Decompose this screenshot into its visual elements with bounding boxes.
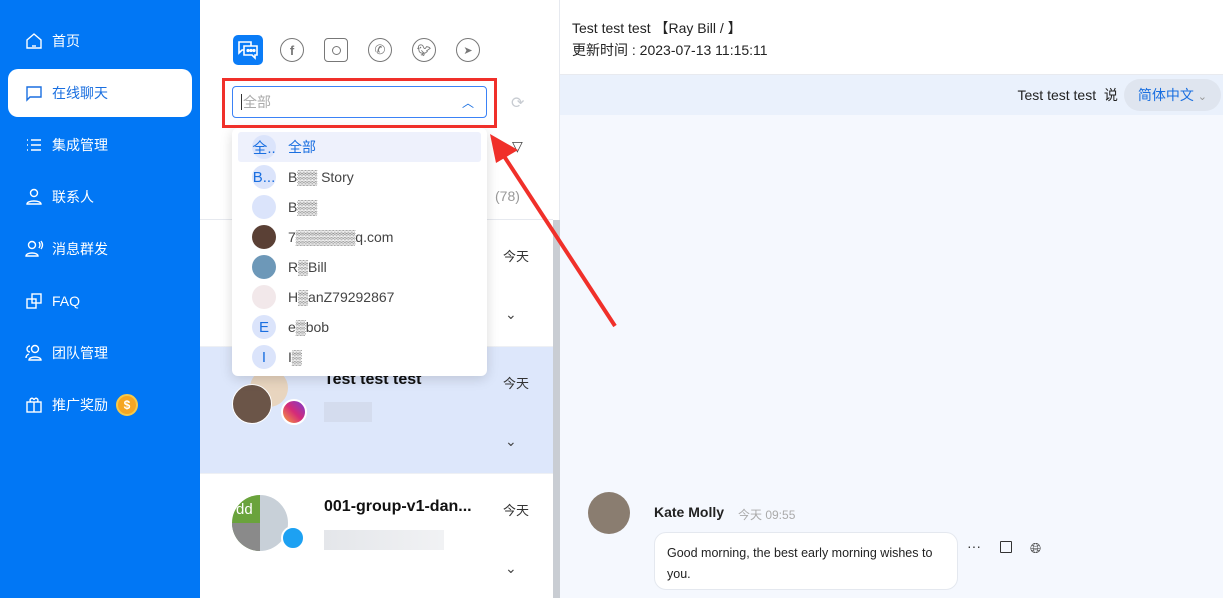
sidebar-item-label: 推广奖励 xyxy=(52,397,108,413)
whatsapp-icon: ✆ xyxy=(368,38,392,62)
refresh-icon[interactable]: ⟳ xyxy=(511,93,524,113)
translate-globe-icon[interactable]: 🌐︎ xyxy=(1030,540,1041,557)
more-icon[interactable]: ··· xyxy=(967,538,981,554)
conversation-time: 今天 xyxy=(503,249,530,264)
sender-name: Kate Molly xyxy=(654,504,725,520)
channel-telegram-button[interactable]: ➤ xyxy=(453,35,483,65)
account-dropdown: 全.. 全部 B... B▒▒ Story B▒▒ 7▒▒▒▒▒▒q.com R▒B… xyxy=(232,128,487,376)
conversation-item[interactable]: dd 001-group-v1-dan... 今天 ⌄ xyxy=(200,474,553,601)
dropdown-option[interactable]: Ee▒bob xyxy=(238,312,481,342)
home-icon xyxy=(26,33,42,49)
select-placeholder: 全部 xyxy=(243,94,271,110)
language-select[interactable]: 简体中文 ⌄ xyxy=(1123,79,1221,111)
telegram-icon: ➤ xyxy=(456,38,480,62)
conversation-count: (78) xyxy=(495,188,520,204)
avatar xyxy=(252,225,276,249)
avatar xyxy=(232,384,272,424)
chat-header: Test test test 【Ray Bill / 】 更新时间 : 2023… xyxy=(560,0,1223,75)
avatar: 全.. xyxy=(252,135,276,159)
chat-title: Test test test 【Ray Bill / 】 xyxy=(572,20,742,36)
dropdown-option[interactable]: B... B▒▒ Story xyxy=(238,162,481,192)
filter-icon[interactable]: ▽ xyxy=(512,138,523,155)
channel-whatsapp-button[interactable]: ✆ xyxy=(365,35,395,65)
sidebar-item-faq[interactable]: FAQ xyxy=(8,277,192,325)
chat-icon xyxy=(26,86,42,102)
instagram-badge-icon xyxy=(281,399,307,425)
conversation-time: 今天 xyxy=(503,503,530,518)
sidebar-item-team[interactable]: 团队管理 xyxy=(8,329,192,377)
list-icon xyxy=(27,139,41,151)
chevron-down-icon: ⌄ xyxy=(1197,91,1207,103)
avatar xyxy=(252,255,276,279)
sidebar-item-label: 集成管理 xyxy=(52,137,108,153)
sidebar-item-rewards[interactable]: 推广奖励 $ xyxy=(8,381,192,429)
channel-instagram-button[interactable] xyxy=(321,35,351,65)
sidebar-item-label: FAQ xyxy=(52,293,81,309)
dropdown-option[interactable]: I I▒ xyxy=(238,342,481,372)
coin-icon: $ xyxy=(116,394,138,416)
dropdown-option[interactable]: 全.. 全部 xyxy=(238,132,481,162)
dropdown-option[interactable]: H▒anZ79292867 xyxy=(238,282,481,312)
group-avatar: dd xyxy=(232,495,288,551)
sidebar-item-label: 联系人 xyxy=(52,189,94,205)
sidebar-item-chat[interactable]: 在线聊天 xyxy=(8,69,192,117)
channel-facebook-button[interactable]: f xyxy=(277,35,307,65)
chevron-down-icon[interactable]: ⌄ xyxy=(505,433,517,450)
conversation-time: 今天 xyxy=(503,376,530,391)
channel-twitter-button[interactable]: 🐦︎ xyxy=(409,35,439,65)
dropdown-option[interactable]: R▒Bill xyxy=(238,252,481,282)
account-select[interactable]: 全部 ︿ xyxy=(232,86,487,118)
chevron-down-icon[interactable]: ⌄ xyxy=(505,306,517,323)
speaker-name: Test test test xyxy=(1017,87,1097,103)
chevron-up-icon: ︿ xyxy=(461,95,474,110)
avatar xyxy=(588,492,630,534)
scrollbar[interactable] xyxy=(553,220,560,598)
sidebar-item-contacts[interactable]: 联系人 xyxy=(8,173,192,221)
dropdown-option[interactable]: 7▒▒▒▒▒▒q.com xyxy=(238,222,481,252)
avatar: B... xyxy=(252,165,276,189)
avatar xyxy=(252,195,276,219)
instagram-icon xyxy=(324,38,348,62)
avatar: E xyxy=(252,315,276,339)
sidebar-item-label: 首页 xyxy=(52,33,80,49)
chevron-down-icon[interactable]: ⌄ xyxy=(505,560,517,577)
sidebar: 首页 在线聊天 集成管理 联系人 消息群发 FAQ 团队管理 推广奖励 $ xyxy=(0,0,200,598)
updated-time: 更新时间 : 2023-07-13 11:15:11 xyxy=(572,42,768,58)
avatar: I xyxy=(252,345,276,369)
sidebar-item-broadcast[interactable]: 消息群发 xyxy=(8,225,192,273)
dropdown-option[interactable]: B▒▒ xyxy=(238,192,481,222)
message-time: 今天 09:55 xyxy=(738,508,796,522)
message-bubble: Good morning, the best early morning wis… xyxy=(654,532,958,590)
chat-panel: Test test test 【Ray Bill / 】 更新时间 : 2023… xyxy=(560,0,1223,598)
translation-bar: Test test test 说 简体中文 ⌄ xyxy=(560,75,1223,115)
avatar xyxy=(252,285,276,309)
sidebar-item-home[interactable]: 首页 xyxy=(8,17,192,65)
conversation-name: 001-group-v1-dan... xyxy=(324,498,472,515)
sidebar-item-label: 在线聊天 xyxy=(52,85,108,101)
faq-icon xyxy=(26,293,42,309)
team-icon xyxy=(25,344,42,361)
twitter-icon: 🐦︎ xyxy=(412,38,436,62)
facebook-icon: f xyxy=(280,38,304,62)
gift-icon xyxy=(26,397,42,413)
channel-all-button[interactable] xyxy=(233,35,263,65)
chat-bubbles-icon xyxy=(238,41,258,60)
user-icon xyxy=(26,188,42,205)
twitter-badge-icon xyxy=(281,526,305,550)
sidebar-item-label: 消息群发 xyxy=(52,241,108,257)
sidebar-item-integration[interactable]: 集成管理 xyxy=(8,121,192,169)
note-icon[interactable] xyxy=(1000,541,1012,553)
broadcast-icon xyxy=(25,240,44,257)
sidebar-item-label: 团队管理 xyxy=(52,345,108,361)
